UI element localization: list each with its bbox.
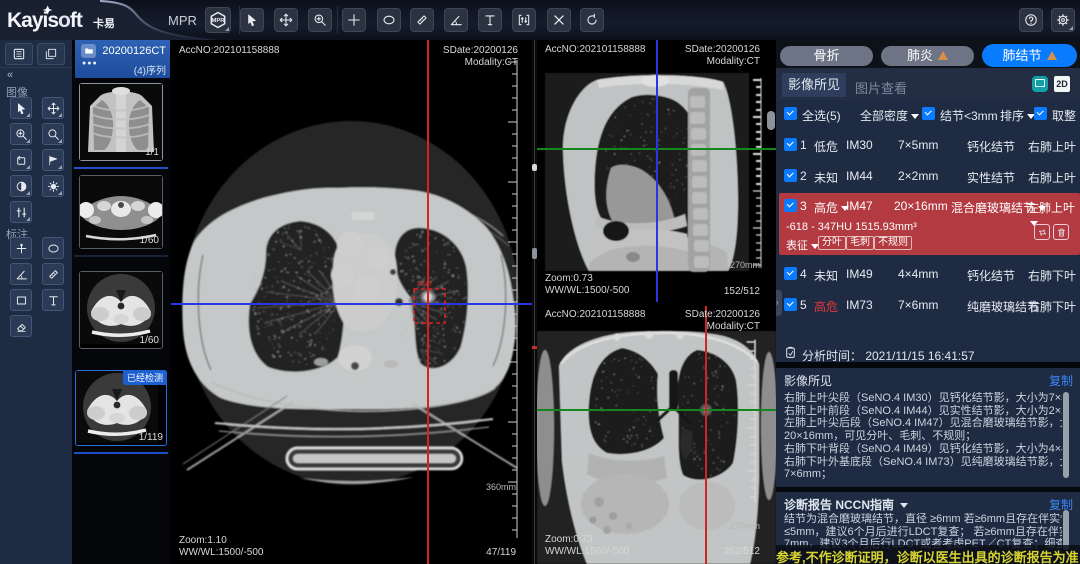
svg-text:卡易: 卡易 [93, 16, 115, 30]
svg-text:MPR: MPR [212, 18, 226, 24]
svg-text:Kayisoft: Kayisoft [7, 9, 83, 32]
svg-text:IM47: IM47 [417, 281, 433, 288]
